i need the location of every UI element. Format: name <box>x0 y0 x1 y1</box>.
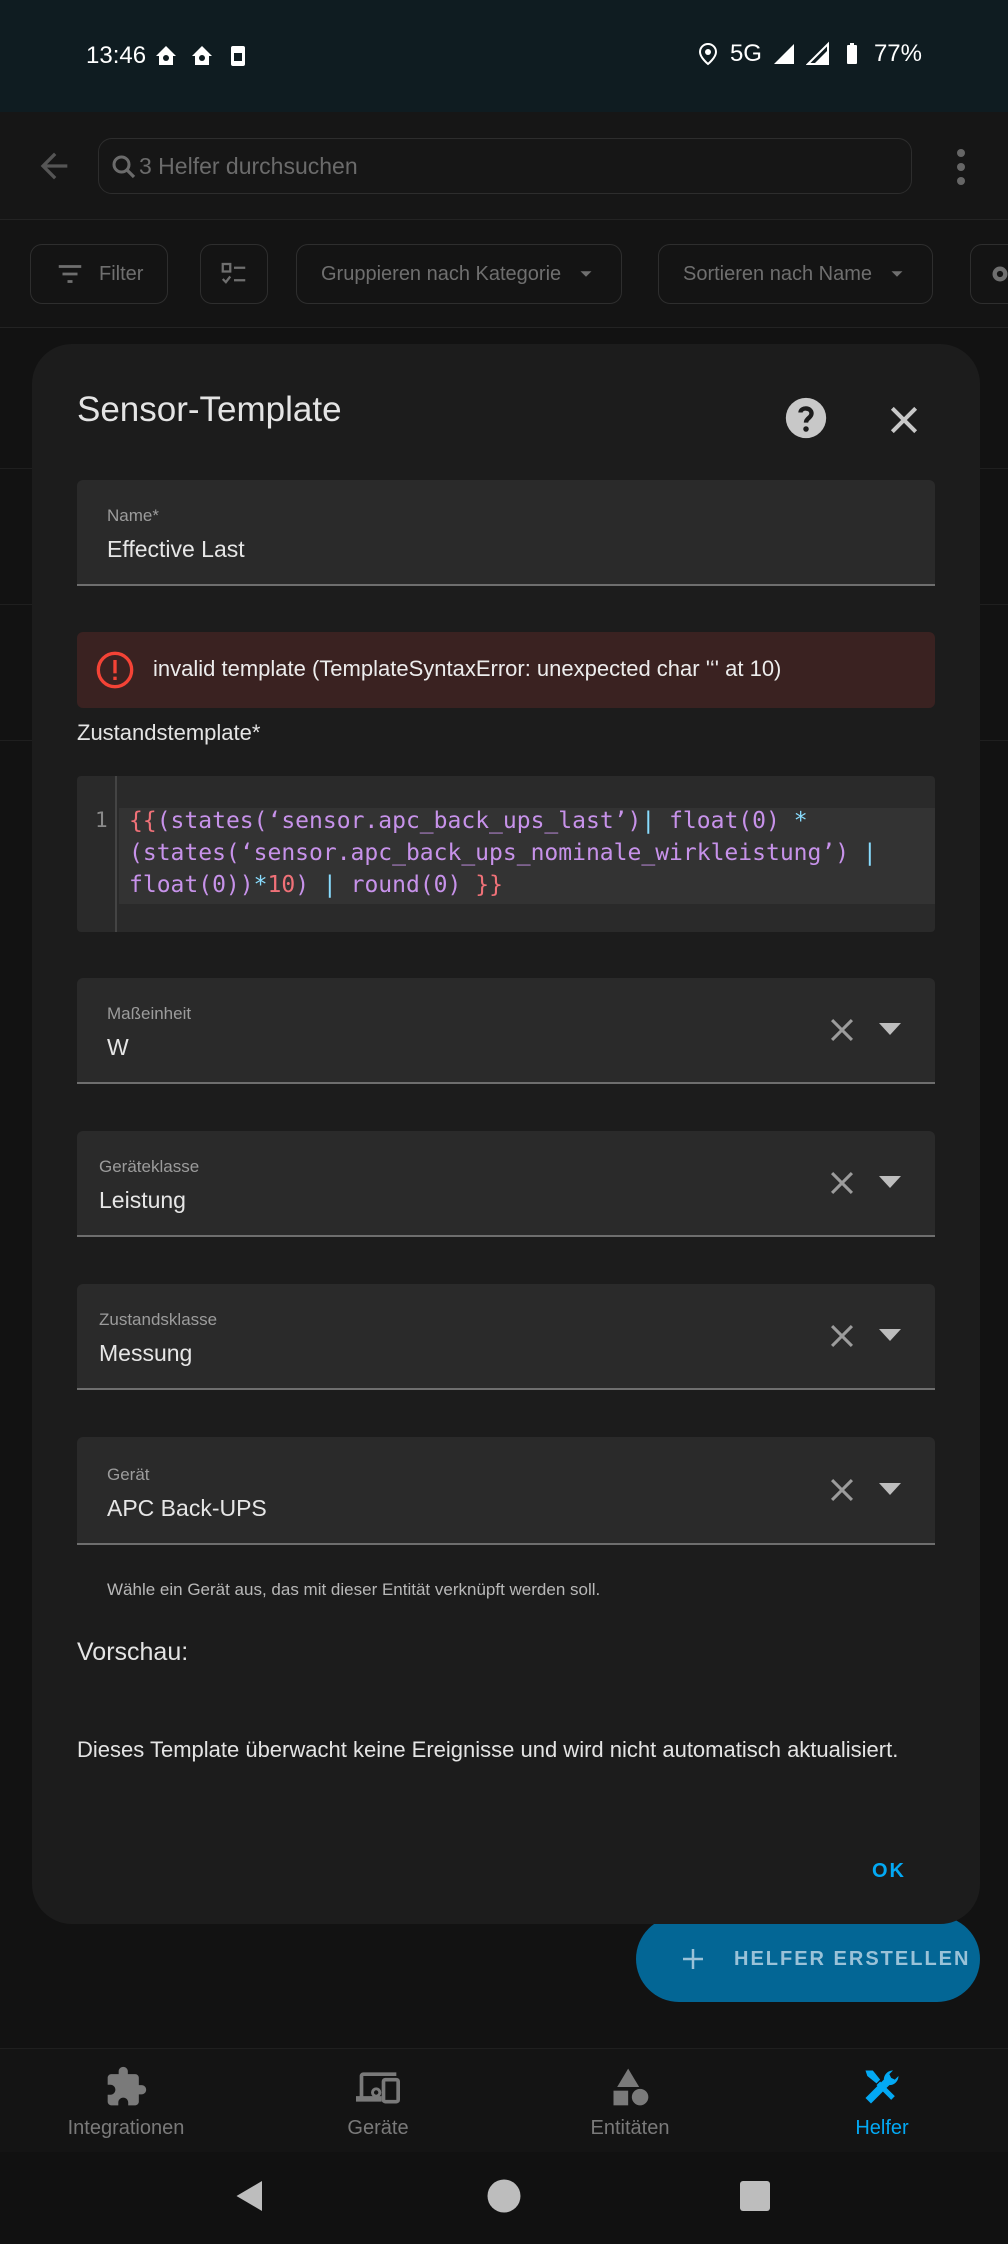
sort-by-button[interactable]: Sortieren nach Name <box>658 244 933 304</box>
clear-icon[interactable] <box>825 1319 859 1353</box>
tools-icon <box>865 2070 899 2104</box>
device-class-select[interactable]: Geräteklasse Leistung <box>77 1131 935 1237</box>
system-navigation <box>0 2152 1008 2244</box>
device-select[interactable]: Gerät APC Back-UPS <box>77 1437 935 1545</box>
preview-text: Dieses Template überwacht keine Ereignis… <box>77 1737 899 1762</box>
group-label: Gruppieren nach Kategorie <box>321 262 562 285</box>
nav-devices[interactable]: Geräte <box>252 2049 504 2152</box>
location-icon <box>698 42 717 66</box>
chevron-down-icon[interactable] <box>879 1483 901 1497</box>
search-input[interactable]: 3 Helfer durchsuchen <box>98 138 912 194</box>
system-back-icon[interactable] <box>232 2178 268 2214</box>
home-assistant-icon <box>192 46 212 65</box>
back-arrow-icon[interactable] <box>34 146 74 186</box>
state-class-value: Messung <box>99 1340 193 1366</box>
device-class-value: Leistung <box>99 1187 186 1213</box>
close-icon[interactable] <box>884 400 924 440</box>
name-field[interactable]: Name* Effective Last <box>77 480 935 586</box>
create-helper-label: HELFER ERSTELLEN <box>734 1947 971 1970</box>
chevron-down-icon <box>891 271 903 277</box>
gear-icon <box>992 266 1008 282</box>
notification-icons <box>154 44 250 68</box>
error-alert: invalid template (TemplateSyntaxError: u… <box>77 632 935 708</box>
bottom-navigation: Integrationen Geräte Entitäten Helfer <box>0 2048 1008 2152</box>
search-icon <box>112 155 136 179</box>
device-class-label: Geräteklasse <box>99 1157 200 1176</box>
clear-icon[interactable] <box>825 1013 859 1047</box>
device-label: Gerät <box>107 1465 150 1484</box>
more-vert-icon[interactable] <box>956 148 966 186</box>
clear-icon[interactable] <box>825 1473 859 1507</box>
state-class-label: Zustandsklasse <box>99 1310 218 1329</box>
filter-button[interactable]: Filter <box>30 244 169 304</box>
settings-button[interactable] <box>970 244 1008 304</box>
sensor-template-dialog: Sensor-Template Name* Effective Last inv… <box>32 344 980 1924</box>
nav-integrations[interactable]: Integrationen <box>0 2049 252 2152</box>
unit-value: W <box>107 1034 129 1060</box>
preview-title: Vorschau: <box>77 1638 189 1666</box>
code-gutter <box>77 776 117 932</box>
devices-icon <box>356 2072 400 2104</box>
unit-label: Maßeinheit <box>107 1004 192 1023</box>
help-icon[interactable] <box>784 396 828 440</box>
dialog-title: Sensor-Template <box>77 390 342 429</box>
group-by-button[interactable]: Gruppieren nach Kategorie <box>296 244 623 304</box>
sort-label: Sortieren nach Name <box>683 262 872 285</box>
ok-button[interactable]: OK <box>872 1860 906 1883</box>
system-recents-icon[interactable] <box>737 2178 773 2214</box>
status-bar: 13:46 5G 77% <box>0 0 1008 112</box>
sim-icon <box>231 46 245 66</box>
status-time: 13:46 <box>86 42 147 69</box>
nav-devices-label: Geräte <box>347 2117 409 2139</box>
search-placeholder: 3 Helfer durchsuchen <box>139 153 358 179</box>
name-field-value: Effective Last <box>107 536 245 562</box>
chevron-down-icon[interactable] <box>879 1176 901 1190</box>
puzzle-icon <box>107 2066 147 2106</box>
unit-select[interactable]: Maßeinheit W <box>77 978 935 1084</box>
nav-entities-label: Entitäten <box>590 2117 670 2139</box>
chevron-down-icon <box>580 271 592 277</box>
name-field-label: Name* <box>107 506 159 525</box>
checklist-icon <box>221 262 246 284</box>
chevron-down-icon[interactable] <box>879 1329 901 1343</box>
state-template-label: Zustandstemplate* <box>77 720 261 745</box>
battery-icon <box>846 43 857 64</box>
status-right: 5G 77% <box>696 40 922 68</box>
clear-icon[interactable] <box>825 1166 859 1200</box>
error-message: invalid template (TemplateSyntaxError: u… <box>153 656 782 681</box>
state-class-select[interactable]: Zustandsklasse Messung <box>77 1284 935 1390</box>
system-home-icon[interactable] <box>486 2178 522 2214</box>
nav-entities[interactable]: Entitäten <box>504 2049 756 2152</box>
shapes-icon <box>613 2068 649 2106</box>
home-assistant-icon <box>156 46 176 65</box>
nav-helpers[interactable]: Helfer <box>756 2049 1008 2152</box>
signal-icon <box>773 44 794 64</box>
plus-icon <box>683 1949 703 1969</box>
template-code-editor[interactable]: 1 {{(states(‘sensor.apc_back_ups_last’)|… <box>77 776 935 932</box>
filter-icon <box>58 265 82 283</box>
signal-icon <box>805 41 829 65</box>
code-text: {{(states(‘sensor.apc_back_ups_last’)| f… <box>129 808 877 898</box>
device-value: APC Back-UPS <box>107 1495 267 1521</box>
chevron-down-icon[interactable] <box>879 1023 901 1037</box>
create-helper-button[interactable]: HELFER ERSTELLEN <box>636 1916 980 2002</box>
app-bar: 3 Helfer durchsuchen <box>0 112 1008 220</box>
error-icon <box>96 651 134 689</box>
nav-helpers-label: Helfer <box>855 2117 909 2139</box>
nav-integrations-label: Integrationen <box>67 2117 185 2139</box>
line-number: 1 <box>95 808 108 832</box>
selection-mode-button[interactable] <box>200 244 268 304</box>
network-type: 5G <box>729 40 762 67</box>
filter-label: Filter <box>99 262 144 285</box>
device-helper-text: Wähle ein Gerät aus, das mit dieser Enti… <box>107 1580 601 1599</box>
battery-level: 77% <box>873 40 922 67</box>
toolbar-chips: Filter Gruppieren nach Kategorie Sortier… <box>0 220 1008 328</box>
